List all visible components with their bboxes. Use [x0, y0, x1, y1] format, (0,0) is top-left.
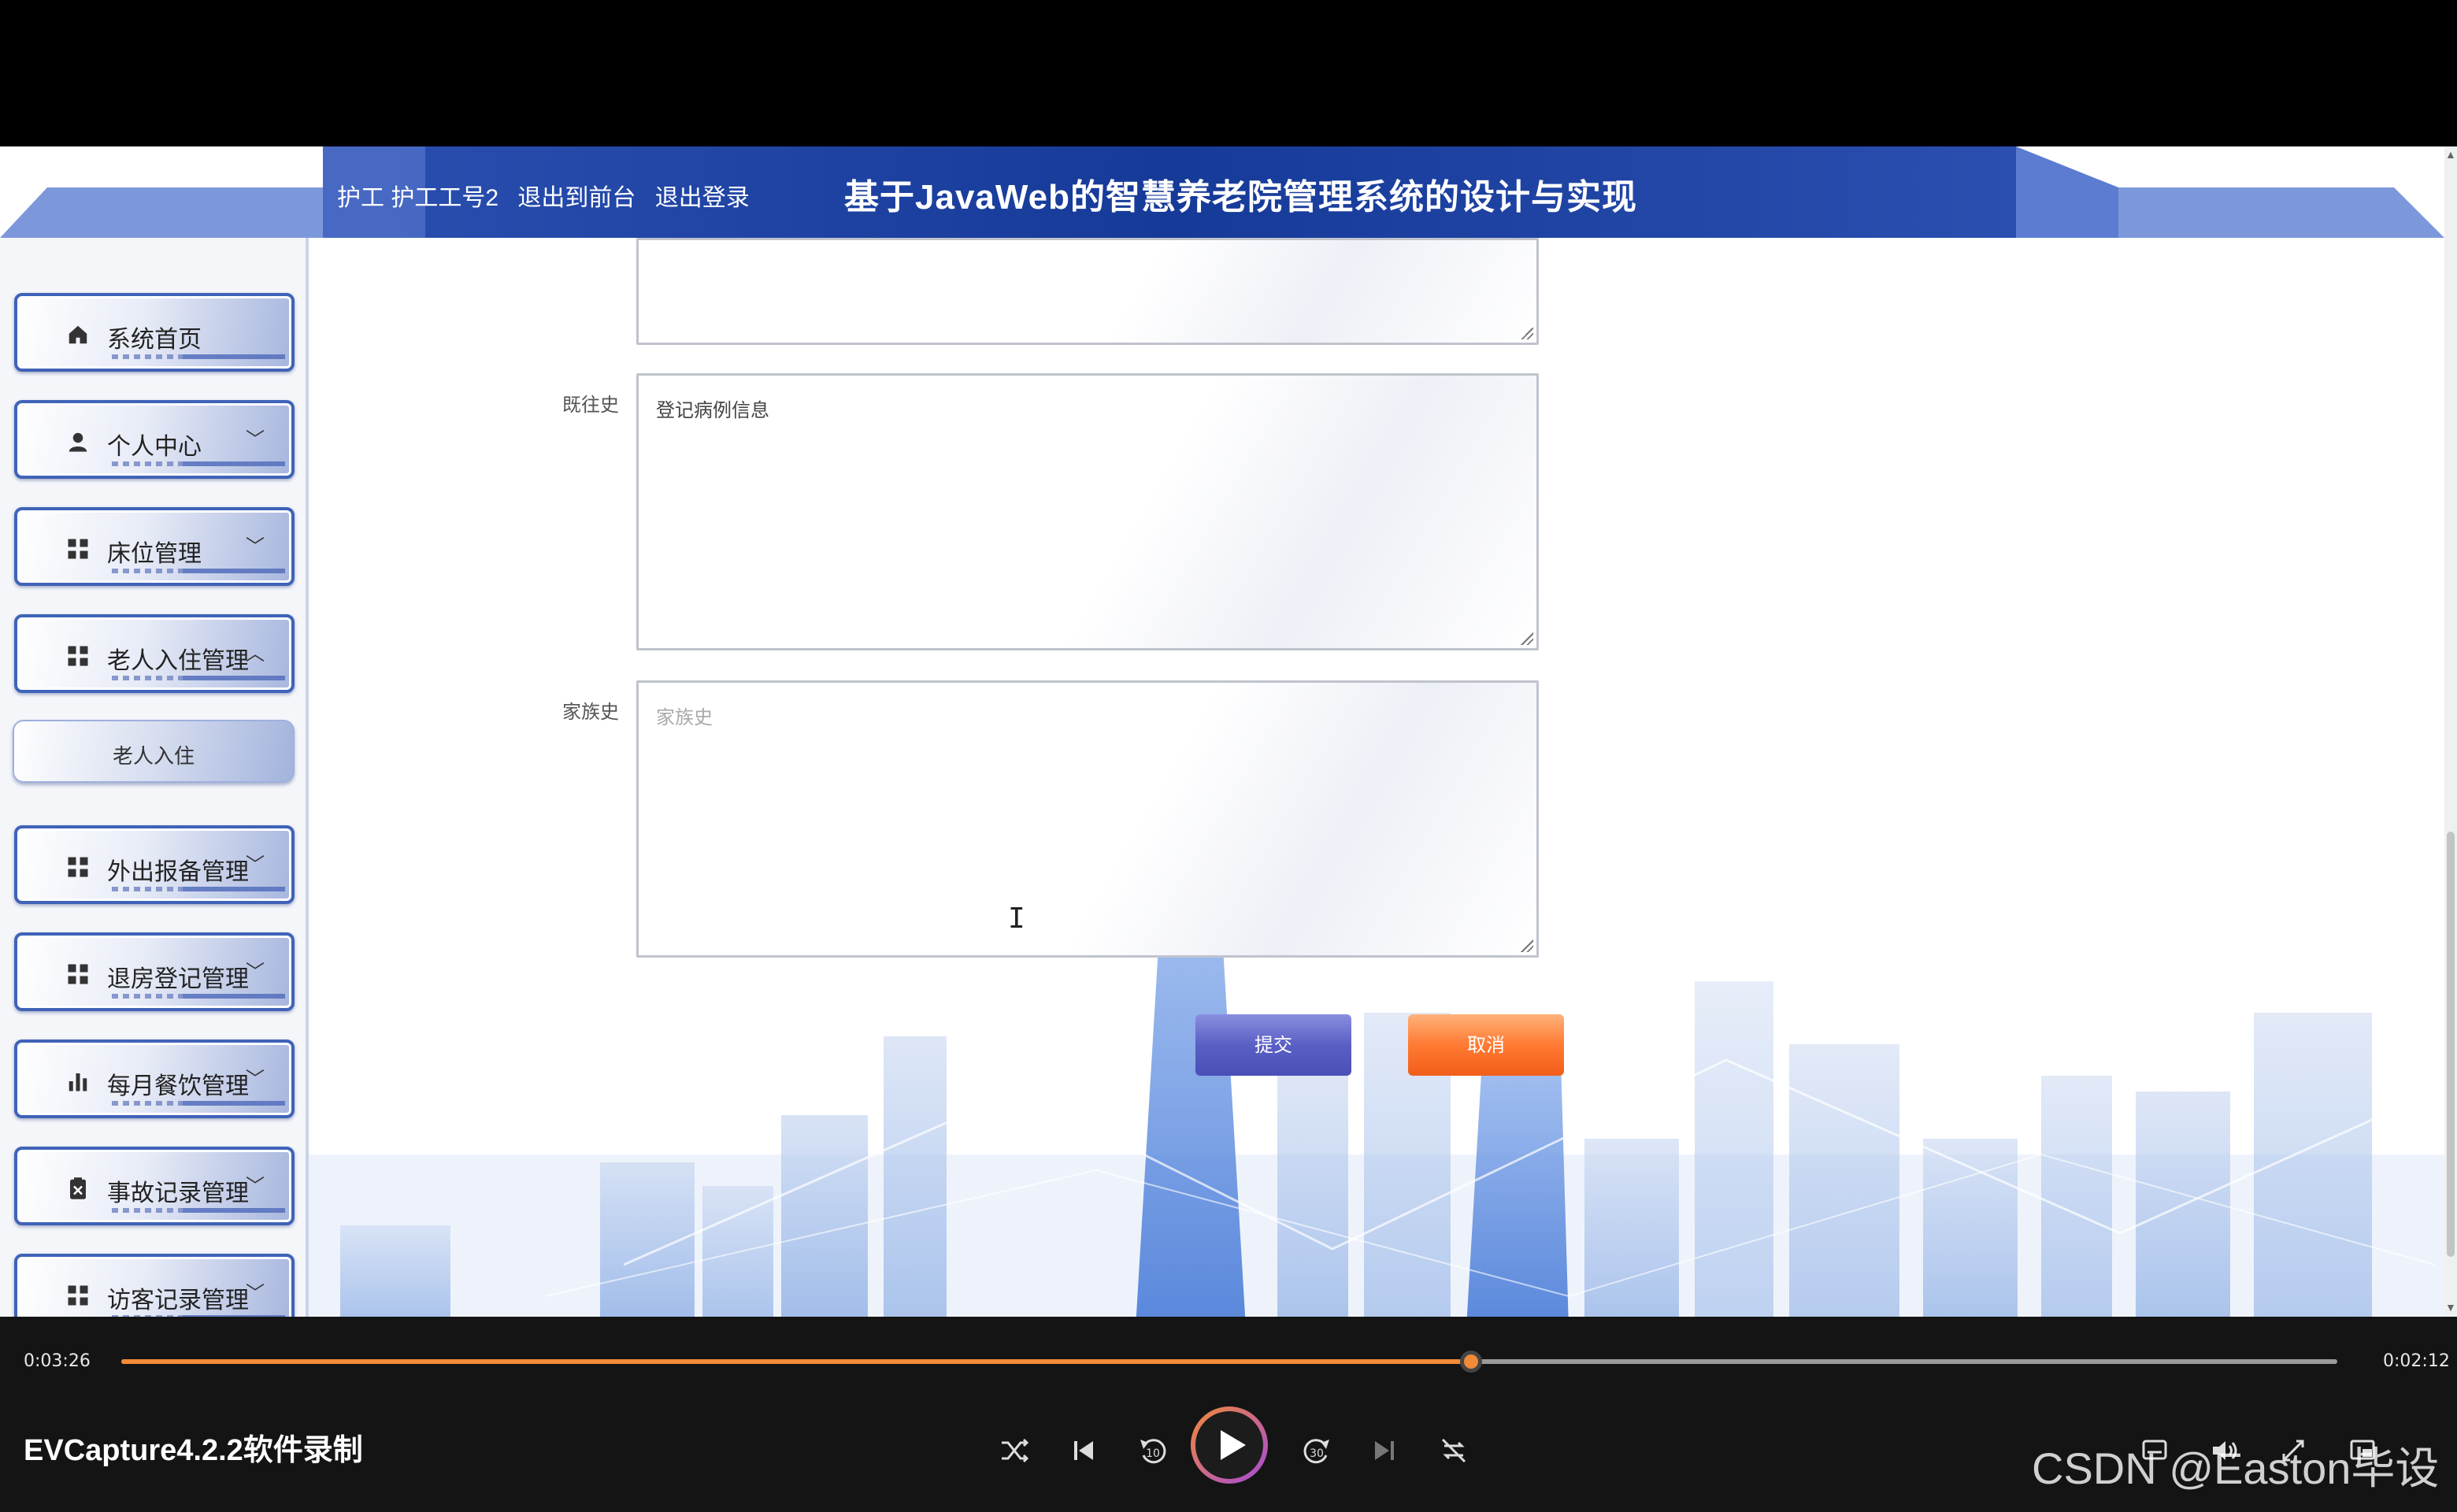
seek-handle[interactable] [1459, 1351, 1482, 1373]
decor-dots [112, 461, 285, 466]
skip-previous-icon [1074, 1441, 1093, 1460]
grid-icon [68, 857, 88, 877]
sidebar-item-label: 每月餐饮管理 [107, 1073, 249, 1099]
svg-text:30: 30 [1310, 1447, 1324, 1460]
sidebar-item-checkout[interactable]: 退房登记管理 ﹀ [14, 932, 295, 1011]
sidebar-item-beds[interactable]: 床位管理 ﹀ [14, 507, 295, 586]
sidebar-item-label: 系统首页 [107, 327, 202, 353]
play-icon [1221, 1430, 1246, 1460]
family-history-placeholder: 家族史 [656, 706, 713, 728]
play-button[interactable] [1191, 1406, 1268, 1484]
shuffle-button[interactable] [991, 1427, 1038, 1474]
chevron-down-icon: ﹀ [246, 1069, 265, 1090]
grid-icon [68, 964, 88, 984]
cancel-button[interactable]: 取消 [1408, 1014, 1564, 1076]
decor-dots [112, 676, 285, 680]
chevron-up-icon: ︿ [246, 643, 265, 665]
decor-dots [112, 887, 285, 891]
resize-grip-icon[interactable] [1521, 632, 1533, 645]
decor-dots [112, 354, 285, 359]
sidebar-item-label: 事故记录管理 [107, 1180, 249, 1206]
sidebar: 系统首页 个人中心 ﹀ 床位管理 ﹀ 老人入住管理 ︿ 老人入住 外出报备管理 [0, 238, 309, 1317]
decor-dots [112, 1101, 285, 1106]
sidebar-item-label: 床位管理 [107, 541, 202, 567]
header-nav: 护工 护工工号2 退出到前台 退出登录 [337, 178, 762, 213]
chevron-down-icon: ﹀ [246, 536, 265, 558]
previous-button[interactable] [1060, 1427, 1107, 1474]
decor-dots [112, 994, 285, 999]
decor-dots [112, 569, 285, 573]
scroll-down-icon[interactable]: ▼ [2445, 1301, 2456, 1314]
repeat-off-icon [1441, 1438, 1466, 1463]
forward-30-button[interactable]: 30 [1293, 1427, 1340, 1474]
submit-button[interactable]: 提交 [1195, 1014, 1351, 1076]
remaining-time: 0:02:12 [2383, 1351, 2450, 1371]
sidebar-item-accidents[interactable]: 事故记录管理 ﹀ [14, 1147, 295, 1225]
app-window: 护工 护工工号2 退出到前台 退出登录 基于JavaWeb的智慧养老院管理系统的… [0, 146, 2444, 1317]
csdn-watermark: CSDN @Easton毕设 [2032, 1443, 2440, 1493]
decor-dots [112, 1208, 285, 1213]
next-button[interactable] [1361, 1427, 1408, 1474]
shuffle-icon [1002, 1438, 1029, 1463]
past-history-textarea[interactable]: 登记病例信息 [636, 373, 1539, 650]
sidebar-item-meals[interactable]: 每月餐饮管理 ﹀ [14, 1040, 295, 1118]
grid-icon [68, 1285, 88, 1306]
logout-link[interactable]: 退出登录 [655, 185, 750, 211]
past-history-label: 既往史 [562, 395, 619, 416]
letterbox-top [0, 0, 2457, 146]
sidebar-item-label: 退房登记管理 [107, 966, 249, 992]
sidebar-item-label: 老人入住管理 [107, 648, 249, 674]
seek-bar[interactable] [121, 1351, 2337, 1373]
previous-textarea[interactable] [636, 238, 1539, 345]
text-cursor-icon: I [1008, 902, 1025, 935]
chevron-down-icon: ﹀ [246, 854, 265, 876]
user-icon [69, 432, 87, 452]
sidebar-item-checkin[interactable]: 老人入住管理 ︿ [14, 614, 295, 693]
chevron-down-icon: ﹀ [246, 962, 265, 983]
recording-title: EVCapture4.2.2软件录制 [24, 1434, 363, 1467]
skip-next-icon [1375, 1441, 1394, 1460]
svg-text:10: 10 [1146, 1447, 1160, 1460]
sidebar-subitem-checkin[interactable]: 老人入住 [13, 720, 295, 783]
page-title: 基于JavaWeb的智慧养老院管理系统的设计与实现 [844, 178, 1637, 217]
grid-icon [68, 646, 88, 666]
sidebar-item-profile[interactable]: 个人中心 ﹀ [14, 400, 295, 479]
chevron-down-icon: ﹀ [246, 1176, 265, 1197]
clipboard-icon [70, 1177, 86, 1199]
sidebar-item-visitors[interactable]: 访客记录管理 ﹀ [14, 1254, 295, 1317]
video-player-bar: 0:03:26 0:02:12 EVCapture4.2.2软件录制 10 30… [0, 1317, 2457, 1512]
elapsed-time: 0:03:26 [24, 1351, 91, 1371]
user-info: 护工 护工工号2 [337, 185, 499, 211]
family-history-textarea[interactable]: 家族史 [636, 680, 1539, 958]
resize-grip-icon[interactable] [1521, 939, 1533, 952]
rewind-10-button[interactable]: 10 [1129, 1427, 1177, 1474]
sidebar-subitem-label: 老人入住 [112, 744, 195, 768]
chevron-down-icon: ﹀ [246, 1283, 265, 1304]
rewind-10-icon: 10 [1140, 1439, 1166, 1464]
resize-grip-icon[interactable] [1521, 327, 1533, 339]
scroll-up-icon[interactable]: ▲ [2445, 148, 2456, 161]
page-scrollbar[interactable]: ▲ ▼ [2444, 146, 2457, 1317]
chevron-down-icon: ﹀ [246, 429, 265, 450]
back-to-front-link[interactable]: 退出到前台 [517, 185, 636, 211]
family-history-label: 家族史 [562, 702, 619, 723]
past-history-value: 登记病例信息 [656, 399, 769, 421]
repeat-button[interactable] [1430, 1427, 1477, 1474]
app-header: 护工 护工工号2 退出到前台 退出登录 基于JavaWeb的智慧养老院管理系统的… [0, 146, 2444, 238]
sidebar-item-home[interactable]: 系统首页 [14, 293, 295, 372]
sidebar-item-label: 个人中心 [107, 434, 202, 460]
bar-chart-icon [69, 1073, 87, 1091]
grid-icon [68, 539, 88, 559]
home-icon [69, 325, 87, 344]
seek-bar-fill [121, 1359, 1471, 1364]
sidebar-item-label: 外出报备管理 [107, 859, 249, 885]
sidebar-item-label: 访客记录管理 [107, 1288, 249, 1314]
forward-30-icon: 30 [1303, 1439, 1329, 1464]
scrollbar-thumb[interactable] [2447, 832, 2455, 1257]
sidebar-item-outing[interactable]: 外出报备管理 ﹀ [14, 825, 295, 904]
